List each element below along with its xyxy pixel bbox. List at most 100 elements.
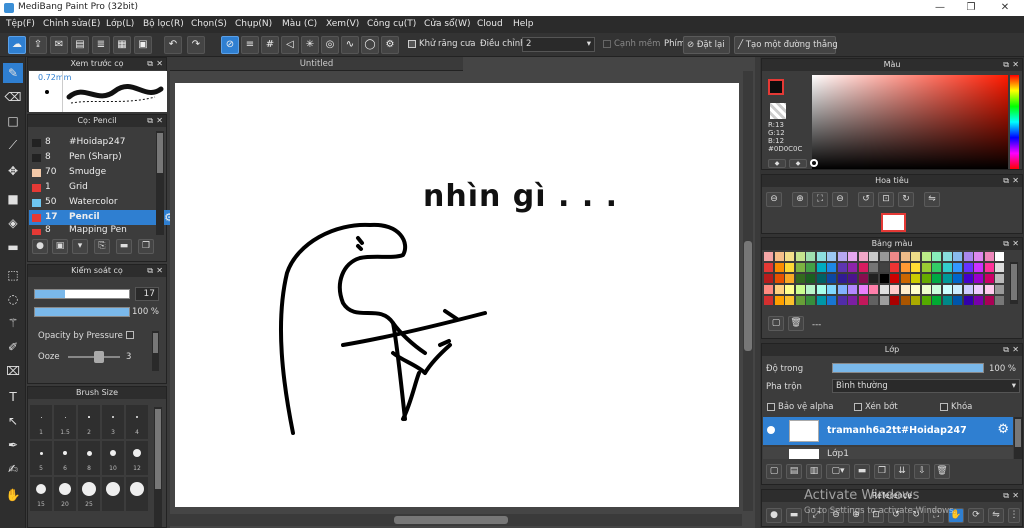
palette-swatch[interactable] xyxy=(921,285,931,294)
maximize-button[interactable]: ❐ xyxy=(956,0,986,16)
brush-size-cell[interactable]: 10 xyxy=(102,441,124,475)
document-icon[interactable]: ▤ xyxy=(71,36,89,54)
ellipse-snap-icon[interactable]: ◯ xyxy=(361,36,379,54)
add-layer-menu-icon[interactable]: ▢▾ xyxy=(826,464,850,479)
layer-row-selected[interactable]: tramanh6a2tt#Hoidap247 ⚙ xyxy=(763,417,1013,445)
palette-swatch[interactable] xyxy=(879,274,889,283)
list-icon[interactable]: ≣ xyxy=(92,36,110,54)
close-icon[interactable]: ✕ xyxy=(1012,59,1019,71)
scroll-thumb[interactable] xyxy=(157,133,163,173)
palette-swatch[interactable] xyxy=(953,296,962,305)
palette-swatch[interactable] xyxy=(879,296,889,305)
close-icon[interactable]: ✕ xyxy=(156,115,163,127)
brush-tool-icon[interactable]: ✎ xyxy=(3,63,23,83)
palette-swatch[interactable] xyxy=(932,263,941,272)
palette-swatch[interactable] xyxy=(816,263,826,272)
close-icon[interactable]: ✕ xyxy=(1012,490,1019,502)
size-slider[interactable] xyxy=(34,289,130,299)
ref-rotate-icon[interactable]: ⟳ xyxy=(968,508,984,523)
foreground-color[interactable] xyxy=(768,79,784,95)
palette-swatch[interactable] xyxy=(995,274,1004,283)
rectangle-tool-icon[interactable]: □ xyxy=(3,111,23,131)
brush-item[interactable]: 1 Grid xyxy=(29,180,177,195)
circle-snap-icon[interactable]: ◎ xyxy=(321,36,339,54)
palette-swatch[interactable] xyxy=(995,252,1004,261)
palette-swatch[interactable] xyxy=(827,285,836,294)
add-brush-icon[interactable]: ● xyxy=(32,239,48,254)
text-tool-icon[interactable]: T xyxy=(3,387,23,407)
palette-swatch[interactable] xyxy=(932,274,941,283)
navigator-thumbnail[interactable] xyxy=(881,213,906,232)
palette-swatch[interactable] xyxy=(827,274,836,283)
brush-item[interactable]: 8 Pen (Sharp) xyxy=(29,150,177,165)
menu-file[interactable]: Tệp(F) xyxy=(6,19,35,29)
brush-item[interactable]: 50 Watercolor xyxy=(29,195,177,210)
palette-swatch[interactable] xyxy=(869,296,878,305)
document-tab[interactable]: Untitled xyxy=(170,57,463,71)
palette-swatch[interactable] xyxy=(785,274,794,283)
brush-size-cell[interactable]: 5 xyxy=(30,441,52,475)
snap-settings-icon[interactable]: ⚙ xyxy=(381,36,399,54)
select-rect-icon[interactable]: ⬚ xyxy=(3,265,23,285)
ref-open-icon[interactable]: ▬ xyxy=(786,508,802,523)
palette-swatch[interactable] xyxy=(974,274,983,283)
menu-window[interactable]: Cửa sổ(W) xyxy=(424,19,470,29)
palette-swatch[interactable] xyxy=(869,252,878,261)
palette-swatch[interactable] xyxy=(900,263,910,272)
palette-swatch[interactable] xyxy=(827,263,836,272)
menu-select[interactable]: Chọn(S) xyxy=(191,19,227,29)
palette-swatch[interactable] xyxy=(995,296,1004,305)
float-icon[interactable]: ⧉ xyxy=(1003,344,1009,356)
brush-size-cell[interactable]: 8 xyxy=(78,441,100,475)
palette-swatch[interactable] xyxy=(963,263,973,272)
pressure-checkbox[interactable] xyxy=(126,331,134,339)
gradient-tool-icon[interactable]: ▬ xyxy=(3,237,23,257)
layer-scrollbar[interactable] xyxy=(1014,417,1022,459)
palette-swatch[interactable] xyxy=(816,296,826,305)
scroll-thumb[interactable] xyxy=(155,409,161,489)
menu-filter[interactable]: Bộ lọc(R) xyxy=(143,19,184,29)
radial-snap-icon[interactable]: ✳ xyxy=(301,36,319,54)
palette-swatch[interactable] xyxy=(974,285,983,294)
palette-swatch[interactable] xyxy=(848,252,857,261)
float-icon[interactable]: ⧉ xyxy=(1003,238,1009,250)
palette-swatch[interactable] xyxy=(995,263,1004,272)
palette-swatch[interactable] xyxy=(900,296,910,305)
blend-select[interactable]: Bình thường ▾ xyxy=(832,379,1020,393)
palette-swatch[interactable] xyxy=(974,296,983,305)
float-icon[interactable]: ⧉ xyxy=(1003,59,1009,71)
share-icon[interactable]: ⇪ xyxy=(29,36,47,54)
palette-swatch[interactable] xyxy=(984,252,994,261)
close-button[interactable]: ✕ xyxy=(990,0,1020,16)
delete-palette-icon[interactable]: 🗑 xyxy=(788,316,804,331)
cloud-save-icon[interactable]: ☁ xyxy=(8,36,26,54)
palette-swatch[interactable] xyxy=(806,285,815,294)
merge-layer-icon[interactable]: ⇊ xyxy=(894,464,910,479)
brush-item[interactable]: 8 Mapping Pen xyxy=(29,225,177,235)
layer-row[interactable]: Lớp1 xyxy=(763,447,1013,459)
palette-swatch[interactable] xyxy=(984,263,994,272)
palette-swatch[interactable] xyxy=(795,274,805,283)
clip-checkbox[interactable] xyxy=(854,402,862,411)
sharp-edge-checkbox[interactable] xyxy=(603,39,611,48)
palette-swatch[interactable] xyxy=(858,252,868,261)
palette-swatch[interactable] xyxy=(806,296,815,305)
float-icon[interactable]: ⧉ xyxy=(147,58,153,70)
gear-icon[interactable]: ⚙ xyxy=(997,422,1009,437)
float-icon[interactable]: ⧉ xyxy=(147,265,153,277)
straight-line-button[interactable]: ╱ Tạo một đường thẳng xyxy=(734,36,838,54)
palette-swatch[interactable] xyxy=(890,285,899,294)
size-scrollbar[interactable] xyxy=(154,407,162,527)
scroll-thumb[interactable] xyxy=(1011,264,1017,300)
palette-swatch[interactable] xyxy=(774,296,784,305)
palette-swatch[interactable] xyxy=(848,263,857,272)
eraser-tool-icon[interactable]: ⌫ xyxy=(3,87,23,107)
palette-swatch[interactable] xyxy=(816,285,826,294)
palette-swatch[interactable] xyxy=(879,263,889,272)
palette-swatch[interactable] xyxy=(921,274,931,283)
brush-size-cell[interactable]: 20 xyxy=(54,477,76,511)
brush-size-cell[interactable]: 2 xyxy=(78,405,100,439)
transparent-color[interactable] xyxy=(770,103,786,119)
ref-flip-icon[interactable]: ⇋ xyxy=(988,508,1004,523)
color-mode-button[interactable]: ◆ xyxy=(768,159,786,168)
